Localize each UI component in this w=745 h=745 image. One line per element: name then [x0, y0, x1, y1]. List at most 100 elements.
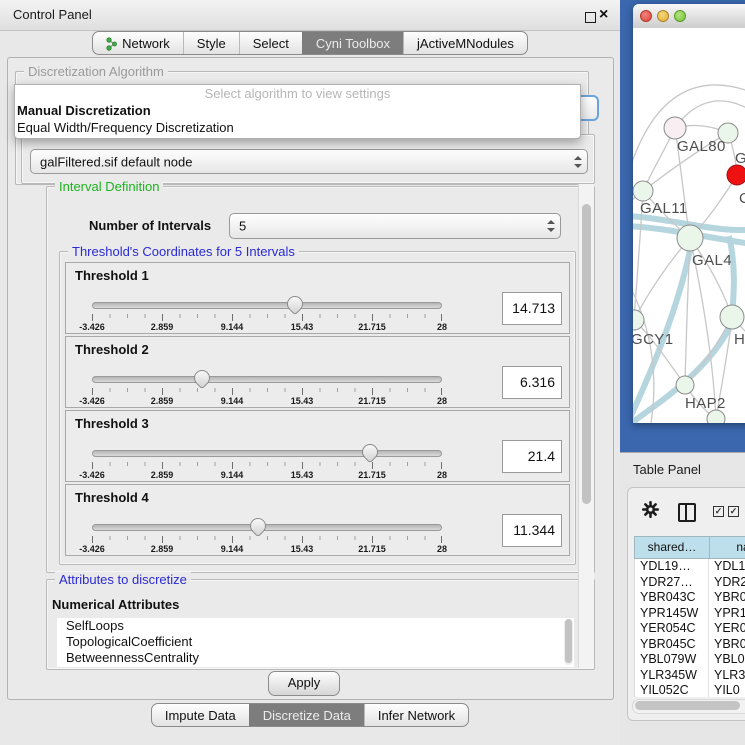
number-of-intervals-combo[interactable]: 5: [229, 213, 561, 239]
mac-minimize-button[interactable]: [657, 10, 669, 22]
tab-impute-data[interactable]: Impute Data: [152, 704, 249, 726]
top-tabbar: Network Style Select Cyni Toolbox jActiv…: [0, 31, 620, 56]
number-of-intervals-label: Number of Intervals: [89, 218, 211, 233]
horizontal-scrollbar-thumb[interactable]: [635, 701, 740, 710]
node-label-hap2: HAP2: [685, 395, 726, 412]
table-row[interactable]: YBR045CYBR0: [635, 637, 745, 653]
control-panel-titlebar: Control Panel ×: [0, 0, 620, 31]
slider-track[interactable]: [92, 524, 442, 531]
threshold-coordinates-group-title: Threshold's Coordinates for 5 Intervals: [68, 244, 299, 259]
column-header-shared[interactable]: shared…: [634, 536, 710, 559]
float-window-icon[interactable]: [585, 12, 596, 23]
interval-definition-group: Interval Definition Number of Intervals …: [46, 186, 595, 573]
horizontal-scrollbar[interactable]: [632, 699, 745, 714]
threshold-4-slider-thumb[interactable]: [246, 515, 269, 538]
network-node-selected-red[interactable]: [727, 165, 745, 185]
network-window-titlebar: [633, 4, 745, 29]
tab-discretize-data[interactable]: Discretize Data: [249, 704, 364, 726]
tab-network-label: Network: [122, 36, 170, 51]
network-node-gal4[interactable]: [677, 225, 703, 251]
close-icon[interactable]: ×: [599, 5, 608, 24]
apply-button[interactable]: Apply: [268, 671, 340, 696]
table-panel-body: ✓ ✓ shared… na YDL19…YDL1 YDR27…YDR2 YBR…: [620, 485, 745, 745]
threshold-1-value-field[interactable]: 14.713: [502, 292, 562, 325]
tab-jactivemnodules[interactable]: jActiveMNodules: [403, 32, 527, 54]
table-data-combo-value: galFiltered.sif default node: [40, 154, 192, 169]
dropdown-option-equal-width[interactable]: Equal Width/Frequency Discretization: [15, 119, 580, 136]
threshold-1-slider[interactable]: -3.426 2.859 9.144 15.43 21.715 28: [92, 296, 442, 332]
table-row[interactable]: YLR345WYLR3: [635, 668, 745, 684]
attributes-group-title: Attributes to discretize: [55, 572, 191, 587]
attributes-scrollbar[interactable]: [564, 619, 573, 665]
control-panel: Control Panel × Network Style Select Cyn…: [0, 0, 620, 745]
slider-track[interactable]: [92, 376, 442, 383]
table-row[interactable]: YIL052CYIL0: [635, 683, 745, 697]
checkbox-icon[interactable]: ✓: [713, 506, 724, 517]
table-row[interactable]: YPR145WYPR1: [635, 606, 745, 622]
threshold-2-value-field[interactable]: 6.316: [502, 366, 562, 399]
threshold-3-slider[interactable]: -3.426 2.859 9.144 15.43 21.715 28: [92, 444, 442, 480]
vertical-scrollbar[interactable]: [578, 184, 594, 668]
table-data-combo[interactable]: galFiltered.sif default node: [30, 149, 588, 174]
table-row[interactable]: YBR043CYBR0: [635, 590, 745, 606]
network-desktop: GAL80 GA C GAL11 GAL4 GCY1 H HAP2: [620, 0, 745, 455]
network-node-h[interactable]: [720, 305, 744, 329]
threshold-3-value-field[interactable]: 21.4: [502, 440, 562, 473]
cyni-toolbox-content: Discretization Algorithm Select algorith…: [7, 57, 614, 700]
numerical-attributes-label: Numerical Attributes: [52, 597, 179, 612]
table-rows: YDL19…YDL1 YDR27…YDR2 YBR043CYBR0 YPR145…: [634, 559, 745, 697]
network-graph: [633, 28, 745, 423]
tab-cyni-toolbox[interactable]: Cyni Toolbox: [302, 32, 403, 54]
table-panel-title: Table Panel: [633, 462, 701, 477]
tab-network[interactable]: Network: [93, 32, 183, 54]
mac-zoom-button[interactable]: [674, 10, 686, 22]
tab-style[interactable]: Style: [183, 32, 239, 54]
slider-track[interactable]: [92, 450, 442, 457]
number-of-intervals-value: 5: [239, 219, 246, 234]
threshold-4-value-field[interactable]: 11.344: [502, 514, 562, 547]
split-view-icon[interactable]: [678, 503, 696, 522]
network-node-gcy1[interactable]: [633, 310, 644, 330]
table-row[interactable]: YBL079WYBL0: [635, 652, 745, 668]
mac-close-button[interactable]: [640, 10, 652, 22]
threshold-1-slider-thumb[interactable]: [284, 293, 307, 316]
screen: Control Panel × Network Style Select Cyn…: [0, 0, 745, 745]
table-data-group: Table Data galFiltered.sif default node: [21, 134, 595, 184]
vertical-scrollbar-thumb[interactable]: [582, 204, 591, 504]
threshold-2-slider[interactable]: -3.426 2.859 9.144 15.43 21.715 28: [92, 370, 442, 406]
checkbox-icon[interactable]: ✓: [728, 506, 739, 517]
node-label-clipped-ga: GA: [735, 150, 745, 167]
network-node-gal80[interactable]: [664, 117, 686, 139]
table-panel: ✓ ✓ shared… na YDL19…YDL1 YDR27…YDR2 YBR…: [627, 487, 745, 721]
list-item[interactable]: SelfLoops: [57, 618, 574, 634]
threshold-4-panel: Threshold 4 -3.426 2.859 9.144 15.43 21.…: [65, 484, 570, 556]
network-node-gal11[interactable]: [633, 181, 653, 201]
table-panel-titlebar: Table Panel: [620, 452, 745, 486]
node-label-gal11: GAL11: [640, 200, 688, 217]
tab-select[interactable]: Select: [239, 32, 302, 54]
list-item[interactable]: BetweennessCentrality: [57, 650, 574, 666]
slider-track[interactable]: [92, 302, 442, 309]
algorithm-dropdown-popup: Select algorithm to view settings Manual…: [14, 84, 581, 139]
network-canvas[interactable]: GAL80 GA C GAL11 GAL4 GCY1 H HAP2: [633, 28, 745, 423]
threshold-3-slider-thumb[interactable]: [358, 441, 381, 464]
table-row[interactable]: YDR27…YDR2: [635, 575, 745, 591]
network-node-hap2[interactable]: [676, 376, 694, 394]
column-header-name[interactable]: na: [710, 536, 745, 559]
panel-title: Control Panel: [13, 7, 92, 22]
network-view-window[interactable]: GAL80 GA C GAL11 GAL4 GCY1 H HAP2: [633, 4, 745, 423]
threshold-4-slider[interactable]: -3.426 2.859 9.144 15.43 21.715 28: [92, 518, 442, 554]
node-label-gcy1: GCY1: [633, 331, 673, 348]
algorithm-combo-placeholder: Select algorithm to view settings: [15, 85, 580, 102]
threshold-coordinates-group: Threshold's Coordinates for 5 Intervals …: [59, 251, 576, 565]
dropdown-option-manual-discretization[interactable]: Manual Discretization: [15, 102, 580, 119]
table-row[interactable]: YDL19…YDL1: [635, 559, 745, 575]
table-row[interactable]: YER054CYER0: [635, 621, 745, 637]
threshold-2-slider-thumb[interactable]: [190, 367, 213, 390]
right-panel: GAL80 GA C GAL11 GAL4 GCY1 H HAP2 Table …: [620, 0, 745, 745]
node-label-gal4: GAL4: [692, 252, 732, 269]
list-item[interactable]: TopologicalCoefficient: [57, 634, 574, 650]
tab-infer-network[interactable]: Infer Network: [364, 704, 468, 726]
gear-icon[interactable]: [642, 501, 659, 518]
numerical-attributes-list: SelfLoops TopologicalCoefficient Between…: [57, 618, 574, 667]
